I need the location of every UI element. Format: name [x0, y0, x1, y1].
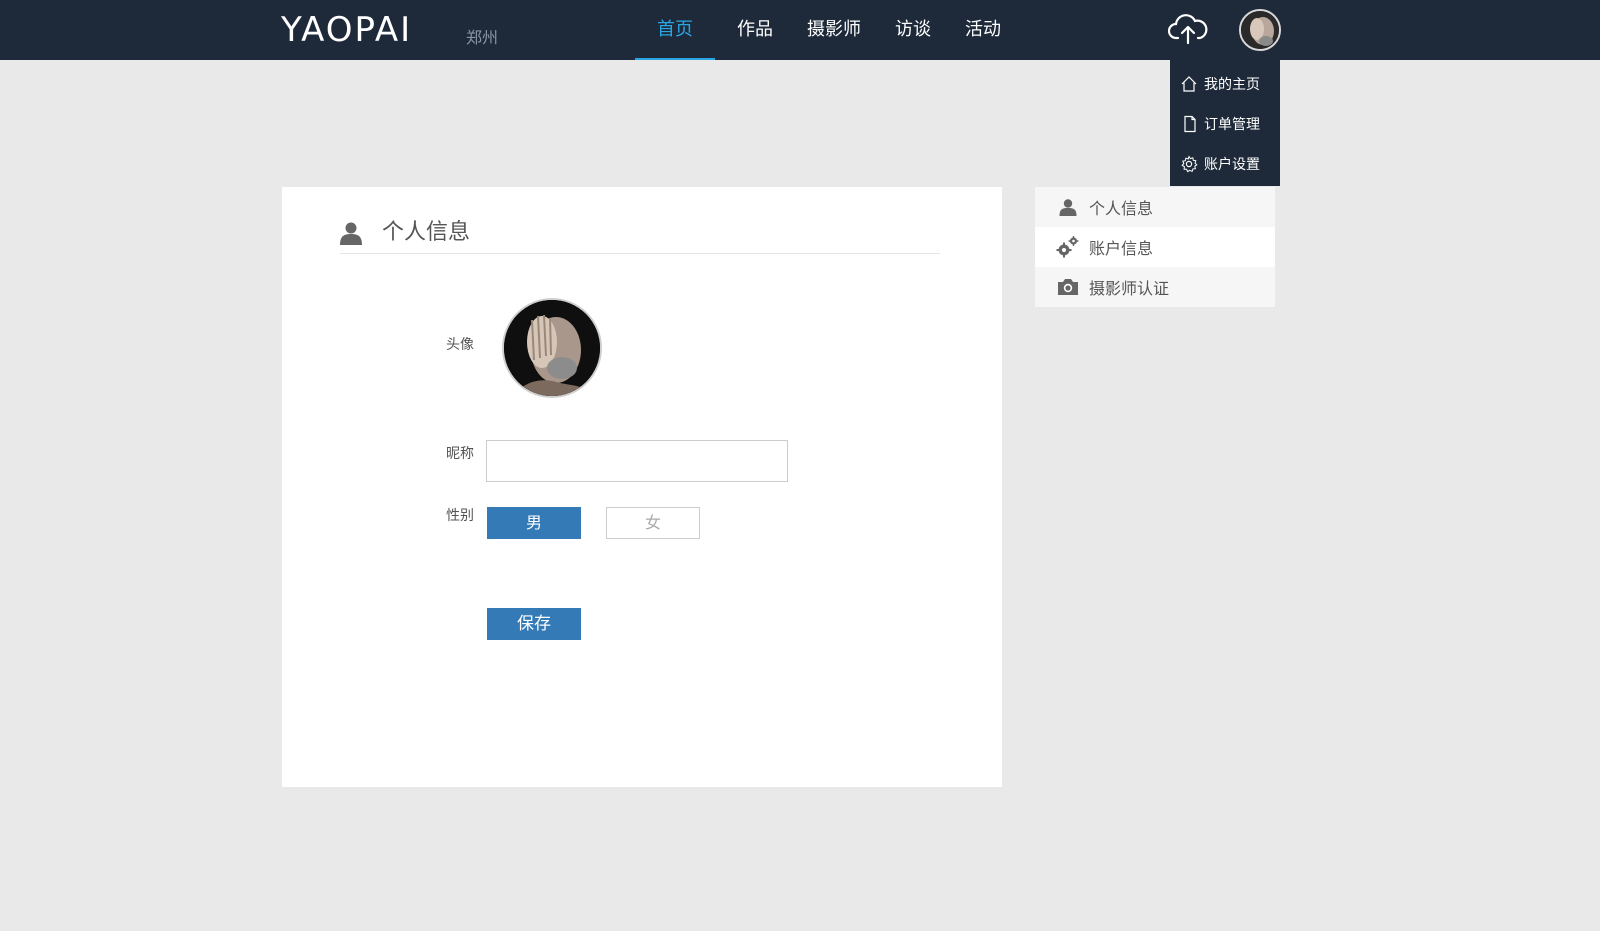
sidebar-item-label: 个人信息 [1089, 199, 1154, 218]
profile-avatar[interactable] [502, 298, 602, 398]
profile-card: 个人信息 头像 昵称 性别 男 女 保存 [282, 187, 1002, 787]
section-title: 个人信息 [382, 220, 471, 245]
gender-male-button[interactable]: 男 [487, 507, 581, 539]
avatar-label: 头像 [446, 337, 474, 353]
gender-label: 性别 [446, 508, 474, 524]
menu-item-label: 账户设置 [1204, 157, 1260, 173]
user-icon [1055, 198, 1081, 216]
nav-item-home[interactable]: 首页 [635, 0, 715, 60]
main-nav: 首页 作品 摄影师 访谈 活动 [635, 0, 1023, 60]
nav-item-interviews[interactable]: 访谈 [883, 0, 943, 60]
menu-item-label: 我的主页 [1204, 77, 1260, 93]
sidebar-item-label: 账户信息 [1089, 239, 1154, 258]
nav-item-works[interactable]: 作品 [725, 0, 785, 60]
cloud-upload-icon[interactable] [1167, 12, 1208, 46]
home-icon [1181, 76, 1197, 92]
section-divider [340, 253, 940, 254]
camera-icon [1055, 278, 1081, 296]
top-navbar: YAOPAI 郑州 首页 作品 摄影师 访谈 活动 [0, 0, 1600, 60]
user-icon [340, 222, 362, 245]
nav-item-events[interactable]: 活动 [953, 0, 1013, 60]
user-dropdown-menu: 我的主页 订单管理 账户设置 [1170, 60, 1280, 186]
nav-item-photographers[interactable]: 摄影师 [795, 0, 873, 60]
site-logo[interactable]: YAOPAI [281, 12, 412, 48]
menu-item-orders[interactable]: 订单管理 [1170, 104, 1280, 144]
nickname-label: 昵称 [446, 446, 474, 462]
settings-sidebar: 个人信息 账户信息 摄影师认证 [1035, 187, 1275, 307]
section-header: 个人信息 [340, 221, 470, 245]
sidebar-item-label: 摄影师认证 [1089, 279, 1170, 298]
nickname-input[interactable] [486, 440, 788, 482]
gear-icon [1181, 155, 1198, 173]
sidebar-item-personal-info[interactable]: 个人信息 [1035, 187, 1275, 227]
menu-item-label: 订单管理 [1204, 117, 1260, 133]
sidebar-item-account-info[interactable]: 账户信息 [1035, 227, 1275, 267]
save-button[interactable]: 保存 [487, 608, 581, 640]
document-icon [1184, 115, 1196, 133]
gender-female-button[interactable]: 女 [606, 507, 700, 539]
city-selector[interactable]: 郑州 [466, 24, 498, 48]
gears-icon [1055, 235, 1081, 259]
user-avatar[interactable] [1239, 9, 1281, 51]
menu-item-account-settings[interactable]: 账户设置 [1170, 144, 1280, 184]
menu-item-my-home[interactable]: 我的主页 [1170, 64, 1280, 104]
sidebar-item-photographer-verification[interactable]: 摄影师认证 [1035, 267, 1275, 307]
